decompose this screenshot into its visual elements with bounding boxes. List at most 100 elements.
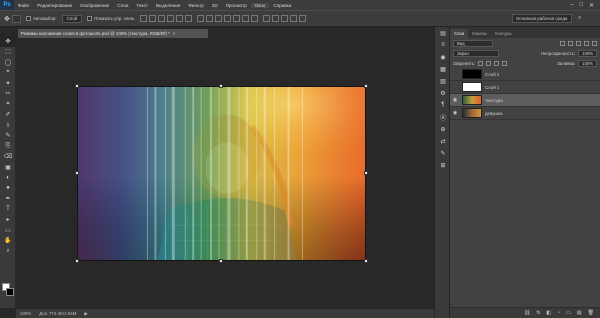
show-transform-controls-option[interactable]: Показать упр. элем. (87, 14, 135, 23)
transform-handle-ml[interactable] (75, 171, 79, 175)
clone-tool-icon[interactable]: ⎘ (0, 141, 16, 152)
menu-image[interactable]: Изображение (76, 3, 113, 8)
workspace-select[interactable]: Основная рабочая среда (512, 14, 572, 23)
minimize-icon[interactable]: – (570, 2, 573, 9)
menu-window[interactable]: Окно (250, 2, 270, 8)
blend-mode-select[interactable]: Экран (453, 49, 499, 57)
distribute-left-icon[interactable] (223, 15, 231, 22)
lock-position-icon[interactable] (494, 60, 500, 66)
add-mask-icon[interactable]: ◧ (546, 310, 551, 316)
new-layer-icon[interactable]: ▤ (577, 310, 582, 316)
3d-pan-icon[interactable] (280, 15, 288, 22)
autoselect-target-select[interactable]: Слой (61, 14, 83, 23)
character-panel-icon[interactable]: Ⓐ (435, 111, 451, 123)
menu-help[interactable]: Справка (269, 3, 295, 8)
gradient-tool-icon[interactable]: ▣ (0, 162, 16, 173)
eye-icon[interactable]: ◉ (450, 110, 460, 116)
brushes-panel-icon[interactable]: ✎ (435, 147, 451, 159)
lock-all-icon[interactable] (502, 60, 508, 66)
align-top-icon[interactable] (139, 15, 147, 22)
3d-roll-icon[interactable] (271, 15, 279, 22)
fill-input[interactable]: 100% (578, 59, 597, 67)
transform-handle-bm[interactable] (219, 259, 223, 263)
link-layers-icon[interactable]: ⛓ (524, 310, 530, 316)
layer-row[interactable]: Слой 1 (450, 81, 600, 94)
opacity-input[interactable]: 100% (578, 49, 597, 57)
shape-tool-icon[interactable]: ▭ (0, 225, 16, 236)
dodge-tool-icon[interactable]: ● (0, 183, 16, 194)
align-vcenter-icon[interactable] (148, 15, 156, 22)
history-brush-tool-icon[interactable]: ✎ (0, 131, 16, 142)
zoom-tool-icon[interactable]: ⌕ (0, 246, 16, 257)
transform-handle-bl[interactable] (75, 259, 79, 263)
tab-close-icon[interactable]: × (173, 31, 176, 36)
actions-panel-icon[interactable]: ⇄ (435, 135, 451, 147)
pen-tool-icon[interactable]: ✒ (0, 194, 16, 205)
canvas-area[interactable] (16, 38, 434, 308)
menu-type[interactable]: Текст (132, 3, 152, 8)
transform-handle-tr[interactable] (364, 84, 368, 88)
libraries-panel-icon[interactable]: ⊞ (435, 159, 451, 171)
layer-row-selected[interactable]: ◉ текстура (450, 94, 600, 107)
distribute-vcenter-icon[interactable] (205, 15, 213, 22)
menu-file[interactable]: Файл (14, 3, 33, 8)
menu-select[interactable]: Выделение (152, 3, 184, 8)
lasso-tool-icon[interactable]: ◯ (0, 57, 16, 68)
tab-paths[interactable]: Контуры (491, 29, 515, 38)
filter-type-icon[interactable] (576, 40, 581, 46)
marquee-tool-icon[interactable]: ⬚ (0, 47, 16, 58)
color-panel-icon[interactable]: ◉ (435, 51, 451, 63)
eye-icon[interactable]: ◉ (450, 97, 460, 103)
document-tab[interactable]: Режимы наложения слоев в фотошопе.psd @ … (18, 29, 208, 38)
menu-filter[interactable]: Фильтр (184, 3, 207, 8)
filter-adjustment-icon[interactable] (568, 40, 573, 46)
menu-3d[interactable]: 3D (208, 3, 222, 8)
styles-panel-icon[interactable]: ⚙ (435, 87, 451, 99)
layer-row[interactable]: ◉ девушка (450, 107, 600, 120)
distribute-hcenter-icon[interactable] (232, 15, 240, 22)
type-tool-icon[interactable]: T (0, 204, 16, 215)
status-menu-arrow-icon[interactable]: ▶ (84, 311, 87, 317)
eraser-tool-icon[interactable]: ⌫ (0, 152, 16, 163)
distribute-top-icon[interactable] (196, 15, 204, 22)
properties-panel-icon[interactable]: ≡ (435, 39, 451, 51)
autoselect-option[interactable]: Автовыбор: (25, 14, 57, 23)
adjustments-panel-icon[interactable]: ▧ (435, 75, 451, 87)
background-color-swatch[interactable] (6, 288, 14, 296)
align-hcenter-icon[interactable] (175, 15, 183, 22)
navigator-panel-icon[interactable]: ⊕ (435, 123, 451, 135)
move-tool-preset-button[interactable]: ✥ (4, 14, 21, 23)
lock-paint-icon[interactable] (486, 60, 492, 66)
maximize-icon[interactable]: □ (579, 2, 583, 9)
transform-handle-tl[interactable] (75, 84, 79, 88)
transform-handle-tm[interactable] (219, 84, 223, 88)
filter-shape-icon[interactable] (584, 40, 589, 46)
adjustment-layer-icon[interactable]: ◔ (557, 310, 560, 316)
patch-tool-icon[interactable]: ⌗ (0, 99, 16, 110)
close-icon[interactable]: ✕ (589, 2, 594, 9)
stamp-tool-icon[interactable]: ⚕ (0, 120, 16, 131)
transform-handle-br[interactable] (364, 259, 368, 263)
distribute-right-icon[interactable] (241, 15, 249, 22)
trash-icon[interactable]: 🗑 (588, 310, 594, 316)
menu-view[interactable]: Просмотр (222, 3, 251, 8)
layer-row[interactable]: Слой 2 (450, 68, 600, 81)
swatches-panel-icon[interactable]: ▦ (435, 63, 451, 75)
distribute-bottom-icon[interactable] (214, 15, 222, 22)
hand-tool-icon[interactable]: ✋ (0, 236, 16, 247)
new-group-icon[interactable]: ▭ (566, 310, 571, 316)
tab-layers[interactable]: Слои (450, 29, 469, 38)
quick-select-tool-icon[interactable]: ⌖ (0, 68, 16, 79)
crop-tool-icon[interactable]: ✦ (0, 78, 16, 89)
paragraph-panel-icon[interactable]: ¶ (435, 99, 451, 111)
filter-pixel-icon[interactable] (560, 40, 565, 46)
move-tool-icon[interactable]: ✥ (0, 36, 16, 47)
3d-orbit-icon[interactable] (262, 15, 270, 22)
show-controls-checkbox[interactable] (87, 16, 93, 21)
blur-tool-icon[interactable]: ◐ (0, 173, 16, 184)
path-select-tool-icon[interactable]: ▸ (0, 215, 16, 226)
brush-tool-icon[interactable]: ✐ (0, 110, 16, 121)
3d-slide-icon[interactable] (289, 15, 297, 22)
align-bottom-icon[interactable] (157, 15, 165, 22)
auto-align-icon[interactable] (250, 15, 258, 22)
